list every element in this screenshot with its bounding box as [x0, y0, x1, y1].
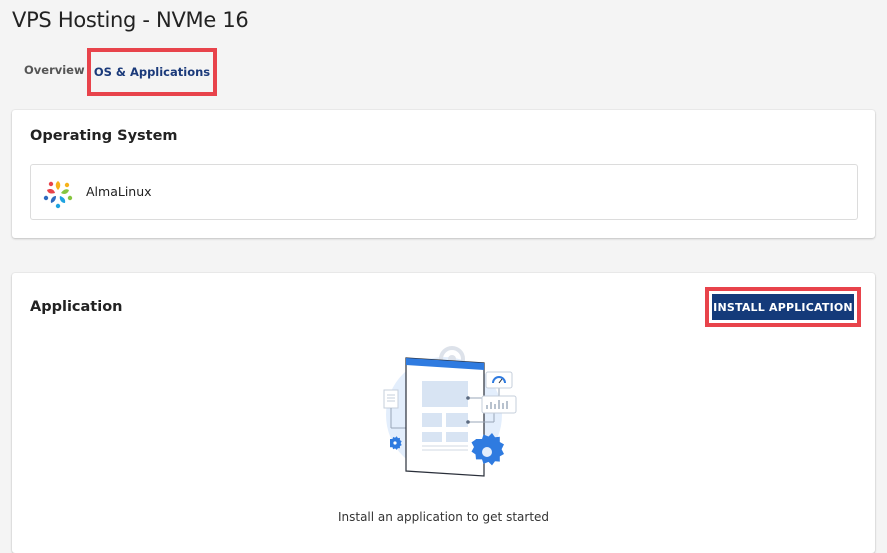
tab-bar: Overview OS & Applications	[0, 48, 887, 96]
almalinux-logo-icon	[43, 181, 73, 209]
operating-system-title: Operating System	[30, 128, 178, 144]
tab-os-applications[interactable]: OS & Applications	[87, 48, 217, 96]
empty-state-message: Install an application to get started	[337, 510, 550, 524]
operating-system-card: Operating System AlmaLinux	[12, 110, 875, 238]
os-name: AlmaLinux	[86, 184, 152, 199]
tab-overview[interactable]: Overview	[24, 48, 85, 92]
install-application-highlight: INSTALL APPLICATION	[705, 287, 861, 327]
install-application-illustration	[383, 346, 517, 477]
install-application-button[interactable]: INSTALL APPLICATION	[712, 294, 854, 320]
page-title: VPS Hosting - NVMe 16	[12, 8, 249, 32]
application-title: Application	[30, 299, 123, 315]
application-card: Application INSTALL APPLICATION Install …	[12, 273, 875, 553]
os-item: AlmaLinux	[30, 164, 858, 220]
